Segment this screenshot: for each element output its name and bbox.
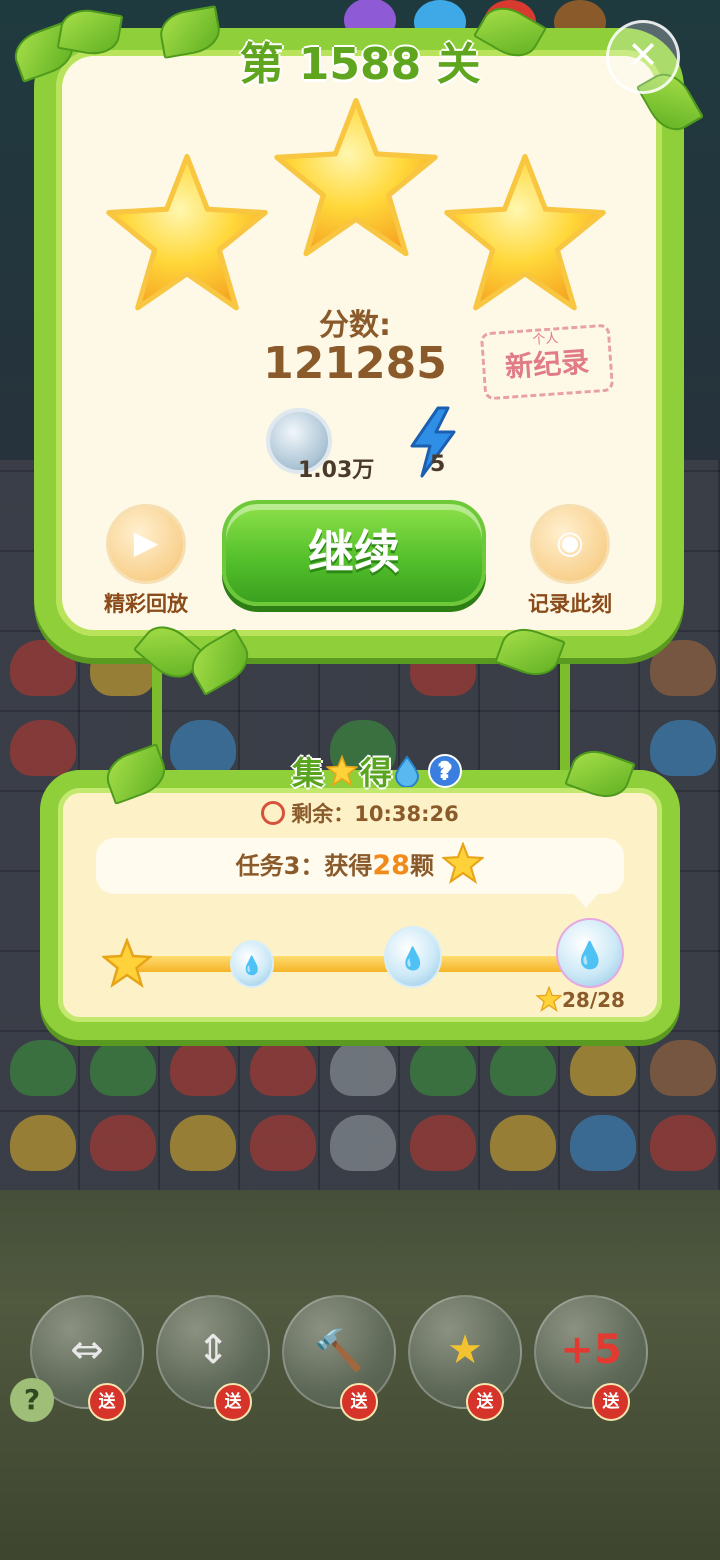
magic-wand-icon: ★ <box>447 1327 483 1373</box>
continue-button[interactable]: 继续 <box>222 500 486 606</box>
task-number: 28 <box>372 850 410 881</box>
water-drop-icon: 💧 <box>573 941 607 971</box>
bear-tile <box>570 1115 636 1171</box>
fox-tile <box>10 720 76 776</box>
progress-count-text: 28/28 <box>562 988 625 1012</box>
timer-label: 剩余： <box>291 802 355 826</box>
star-icon <box>441 841 486 885</box>
gift-badge: 送 <box>214 1383 252 1421</box>
replay-button[interactable]: ▶ 精彩回放 <box>94 504 198 618</box>
task-description: 任务3：获得28颗 <box>96 838 624 894</box>
reward-bottle-small[interactable]: 💧 <box>230 940 274 988</box>
progress-start-star-icon <box>102 938 152 988</box>
progress-count: 28/28 <box>535 985 625 1013</box>
event-title: 集 得 ? <box>292 748 463 794</box>
reward-bottle-medium[interactable]: 💧 <box>384 926 442 988</box>
coin-reward-amount: 1.03万 <box>298 458 375 483</box>
event-title-part2: 得 <box>360 754 393 792</box>
frog-tile <box>10 1040 76 1096</box>
fox-tile <box>250 1115 316 1171</box>
snapshot-label: 记录此刻 <box>528 592 612 616</box>
booster-plus-five[interactable]: +5 送 <box>534 1295 648 1421</box>
frog-tile <box>490 1040 556 1096</box>
fox-tile <box>250 1040 316 1096</box>
gift-badge: 送 <box>88 1383 126 1421</box>
star-icon <box>535 985 563 1013</box>
event-timer: 剩余：10:38:26 <box>0 798 720 828</box>
task-bubble-pointer <box>574 894 598 908</box>
event-title-part1: 集 <box>292 754 325 792</box>
gift-badge: 送 <box>466 1383 504 1421</box>
snapshot-button[interactable]: ◉ 记录此刻 <box>518 504 622 618</box>
chick-tile <box>10 1115 76 1171</box>
bear-tile <box>650 720 716 776</box>
gift-badge: 送 <box>592 1383 630 1421</box>
chick-tile <box>490 1115 556 1171</box>
swap-icon: ⇔ <box>70 1327 104 1373</box>
star-icon-left <box>106 153 268 311</box>
event-progress-bar <box>126 954 578 972</box>
plus-five-icon: +5 <box>560 1327 622 1373</box>
score-value: 121285 <box>263 338 447 389</box>
bear-tile <box>170 720 236 776</box>
chick-tile <box>170 1115 236 1171</box>
energy-reward-amount: 5 <box>430 452 446 477</box>
frog-tile <box>410 1040 476 1096</box>
record-stamp-main: 新纪录 <box>504 345 591 384</box>
rocket-icon: ⇕ <box>196 1327 230 1373</box>
close-button[interactable]: ✕ <box>606 20 680 94</box>
water-drop-icon: 💧 <box>399 947 427 972</box>
fox-tile <box>90 1115 156 1171</box>
clock-icon <box>261 801 286 825</box>
event-help-icon[interactable]: ? <box>428 754 463 788</box>
hammer-icon: 🔨 <box>314 1328 364 1374</box>
coin-tile <box>330 1115 396 1171</box>
booster-magic-wand[interactable]: ★ 送 <box>408 1295 522 1421</box>
video-camera-icon: ▶ <box>106 504 186 584</box>
booster-rocket[interactable]: ⇕ 送 <box>156 1295 270 1421</box>
booster-hammer[interactable]: 🔨 送 <box>282 1295 396 1421</box>
new-record-stamp: 个人 新纪录 <box>479 323 615 401</box>
chick-tile <box>570 1040 636 1096</box>
bear-tile <box>650 640 716 696</box>
timer-value: 10:38:26 <box>354 802 459 826</box>
fox-tile <box>170 1040 236 1096</box>
task-prefix: 任务3：获得 <box>235 852 373 880</box>
camera-icon: ◉ <box>530 504 610 584</box>
star-icon-right <box>444 153 606 311</box>
task-suffix: 颗 <box>409 852 434 880</box>
help-icon[interactable]: ? <box>10 1378 54 1422</box>
reward-bottle-large[interactable]: 💧 <box>556 918 624 988</box>
vine-decoration <box>560 640 570 780</box>
frog-tile <box>90 1040 156 1096</box>
water-drop-icon <box>395 755 420 787</box>
star-icon <box>326 755 359 787</box>
star-icon-center <box>274 98 438 257</box>
water-drop-icon: 💧 <box>240 955 264 977</box>
gift-badge: 送 <box>340 1383 378 1421</box>
bear-tile <box>650 1040 716 1096</box>
fox-tile <box>410 1115 476 1171</box>
fox-tile <box>650 1115 716 1171</box>
replay-label: 精彩回放 <box>104 592 188 616</box>
coin-tile <box>330 1040 396 1096</box>
